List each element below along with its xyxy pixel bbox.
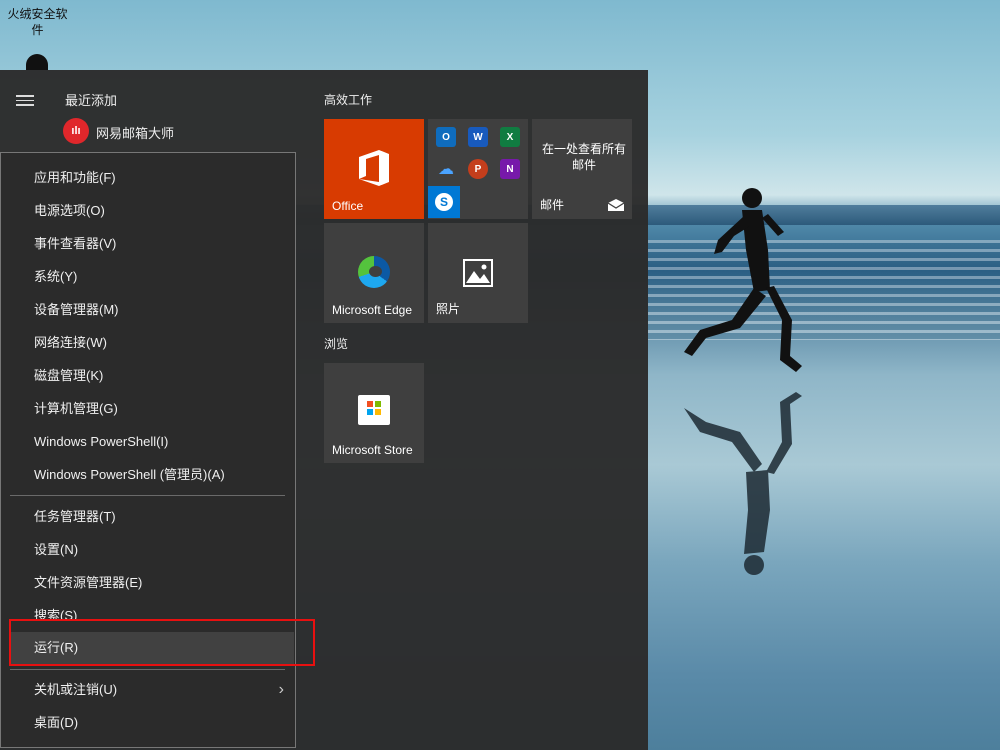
edge-icon — [358, 256, 390, 288]
group-title-productivity: 高效工作 — [324, 93, 373, 107]
tile-office-label: Office — [332, 199, 364, 213]
tile-office-apps-folder[interactable]: O W X ☁ P N S — [428, 119, 528, 219]
highlight-annotation-box — [9, 619, 315, 666]
powerpoint-icon: P — [468, 159, 488, 179]
tile-mail-label: 邮件 — [540, 198, 565, 212]
menu-separator — [10, 495, 285, 496]
menu-item-computer-management[interactable]: 计算机管理(G) — [10, 393, 294, 425]
menu-item-task-manager[interactable]: 任务管理器(T) — [10, 501, 294, 533]
tile-edge-label: Microsoft Edge — [332, 303, 413, 317]
word-icon: W — [468, 127, 488, 147]
runner-silhouette — [684, 188, 802, 575]
hamburger-menu-icon[interactable] — [16, 92, 34, 109]
chevron-right-icon: › — [278, 681, 284, 698]
excel-icon: X — [500, 127, 520, 147]
desktop-icon-security[interactable]: 火绒安全软件 — [0, 0, 75, 38]
menu-separator — [10, 669, 285, 670]
tile-edge[interactable]: Microsoft Edge — [324, 223, 424, 323]
onedrive-icon: ☁ — [438, 161, 454, 178]
outlook-icon: O — [436, 127, 456, 147]
menu-item-system[interactable]: 系统(Y) — [10, 261, 294, 293]
menu-item-apps-features[interactable]: 应用和功能(F) — [10, 162, 294, 194]
netease-mail-icon[interactable]: ılı — [63, 118, 89, 144]
menu-item-file-explorer[interactable]: 文件资源管理器(E) — [10, 567, 294, 599]
qq-penguin-icon[interactable] — [26, 54, 48, 70]
menu-item-power-options[interactable]: 电源选项(O) — [10, 195, 294, 227]
menu-item-search[interactable]: 搜索(S) — [10, 600, 294, 620]
menu-item-settings[interactable]: 设置(N) — [10, 534, 294, 566]
security-label: 火绒安全软件 — [7, 7, 68, 37]
mail-caption: 在一处查看所有邮件 — [541, 142, 626, 172]
photos-icon — [463, 259, 493, 287]
envelope-icon — [608, 199, 624, 211]
skype-icon: S — [428, 186, 460, 218]
tile-office[interactable]: Office — [324, 119, 424, 219]
recently-added-title: 最近添加 — [65, 93, 118, 108]
menu-item-network-connections[interactable]: 网络连接(W) — [10, 327, 294, 359]
menu-item-powershell[interactable]: Windows PowerShell(I) — [10, 426, 294, 458]
onenote-icon: N — [500, 159, 520, 179]
shutdown-label: 关机或注销(U) — [34, 682, 118, 697]
menu-item-powershell-admin[interactable]: Windows PowerShell (管理员)(A) — [10, 459, 294, 491]
menu-item-device-manager[interactable]: 设备管理器(M) — [10, 294, 294, 326]
tile-photos[interactable]: 照片 — [428, 223, 528, 323]
menu-item-event-viewer[interactable]: 事件查看器(V) — [10, 228, 294, 260]
recent-app-label[interactable]: 网易邮箱大师 — [96, 123, 174, 142]
tile-photos-label: 照片 — [436, 302, 461, 316]
office-icon — [359, 150, 389, 186]
tile-store-label: Microsoft Store — [332, 443, 413, 457]
menu-item-disk-management[interactable]: 磁盘管理(K) — [10, 360, 294, 392]
menu-item-shutdown[interactable]: 关机或注销(U) › — [10, 674, 294, 706]
tile-store[interactable]: Microsoft Store — [324, 363, 424, 463]
tile-mail[interactable]: 在一处查看所有邮件 邮件 — [532, 119, 632, 219]
store-bag-icon — [358, 395, 390, 425]
group-title-browse: 浏览 — [324, 337, 349, 351]
menu-item-desktop[interactable]: 桌面(D) — [10, 707, 294, 739]
